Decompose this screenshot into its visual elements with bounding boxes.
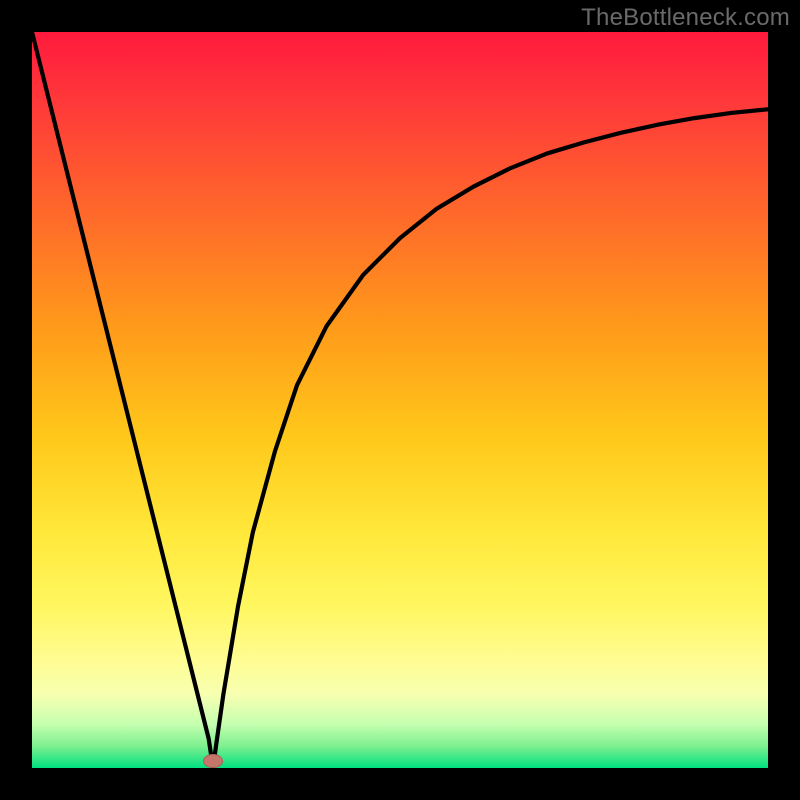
chart-frame: TheBottleneck.com <box>0 0 800 800</box>
curve-line <box>32 32 768 768</box>
minimum-point-marker <box>203 754 223 768</box>
plot-area <box>32 32 768 768</box>
bottleneck-curve <box>32 32 768 768</box>
watermark-label: TheBottleneck.com <box>581 4 790 32</box>
